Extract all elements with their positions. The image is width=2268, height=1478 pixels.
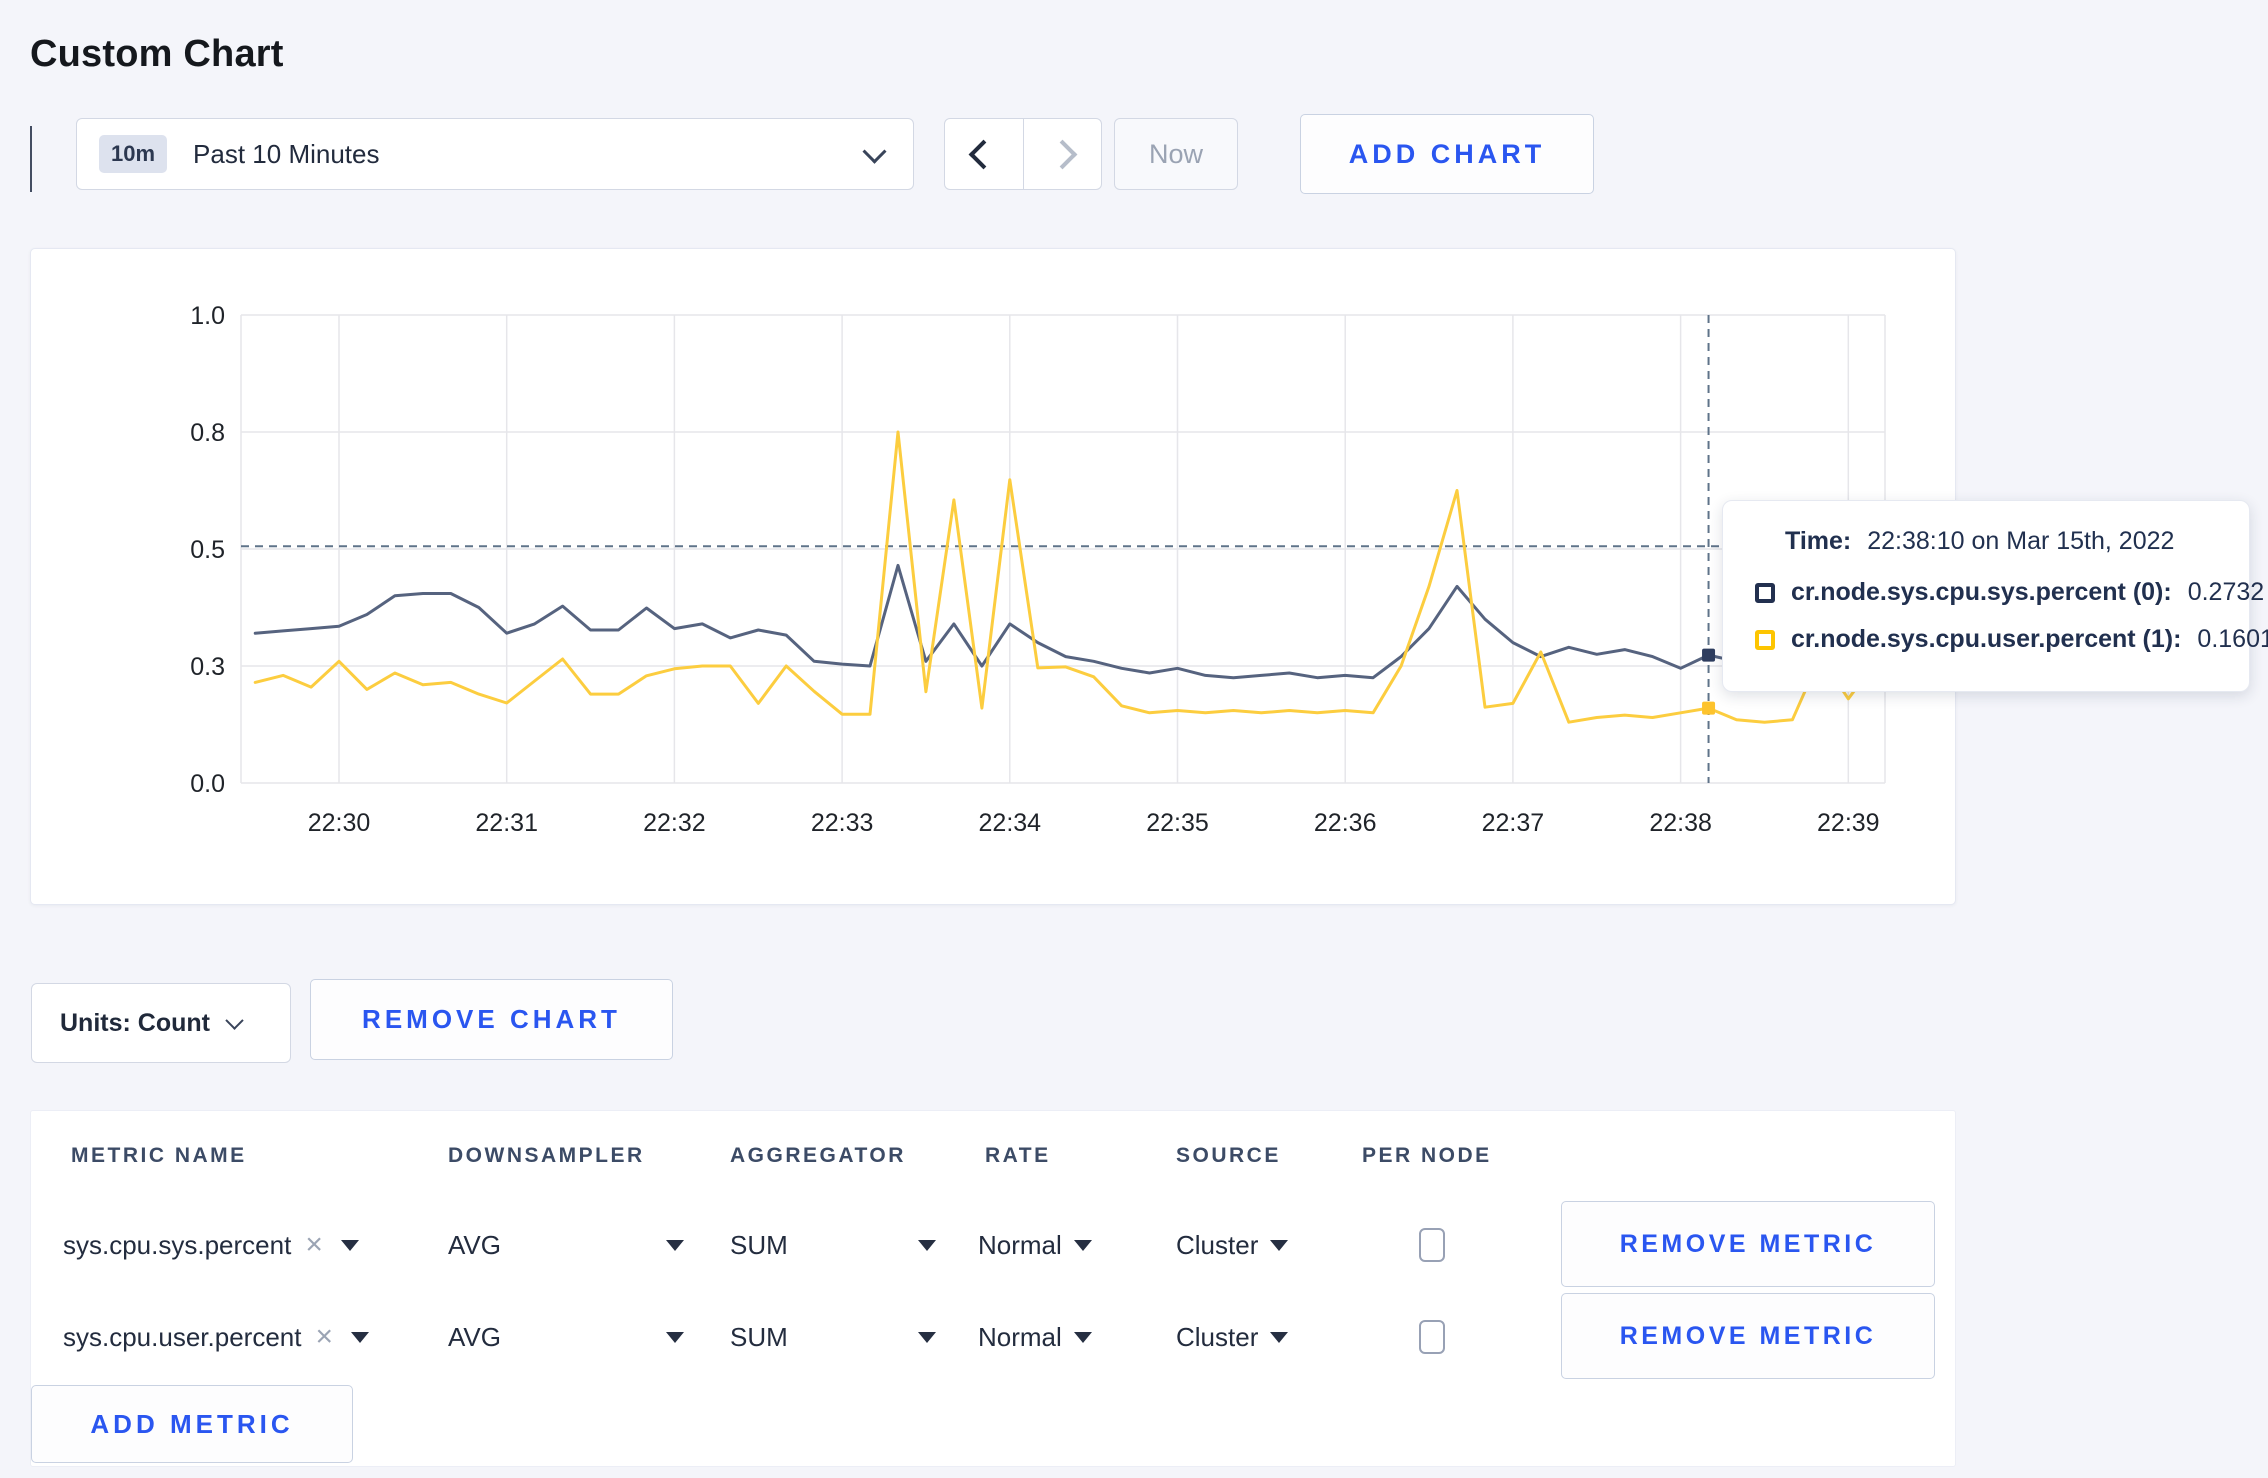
per-node-checkbox[interactable]	[1419, 1320, 1445, 1354]
tooltip-series-value: 0.2732	[2187, 578, 2265, 606]
hover-point-marker	[1702, 648, 1716, 662]
add-chart-button[interactable]: ADD CHART	[1300, 114, 1594, 194]
metric-name-label: sys.cpu.sys.percent	[63, 1229, 292, 1260]
metric-name-cell[interactable]: sys.cpu.sys.percent ×	[63, 1199, 359, 1291]
y-axis-tick-label: 0.8	[190, 419, 225, 447]
remove-metric-button[interactable]: REMOVE METRIC	[1561, 1201, 1935, 1287]
source-select[interactable]: Cluster	[1176, 1291, 1289, 1383]
aggregator-select[interactable]: SUM	[730, 1291, 936, 1383]
tooltip-series-name: cr.node.sys.cpu.sys.percent (0):	[1791, 578, 2172, 606]
chevron-right-icon	[1047, 139, 1078, 169]
x-axis-tick-label: 22:33	[811, 809, 874, 837]
sys-percent-legend-swatch-icon	[1755, 582, 1775, 603]
series-line-0	[253, 563, 1878, 680]
per-node-cell	[1419, 1199, 1445, 1291]
tooltip-series-name: cr.node.sys.cpu.user.percent (1):	[1791, 625, 2182, 653]
time-range-badge: 10m	[99, 135, 168, 173]
page-title: Custom Chart	[30, 33, 284, 76]
tooltip-series-value: 0.1601	[2197, 625, 2268, 653]
y-axis-tick-label: 1.0	[190, 302, 225, 330]
x-axis-tick-label: 22:36	[1314, 809, 1377, 837]
rate-value: Normal	[978, 1321, 1062, 1352]
caret-down-icon	[1073, 1331, 1092, 1343]
source-select[interactable]: Cluster	[1176, 1199, 1289, 1291]
rate-select[interactable]: Normal	[978, 1199, 1092, 1291]
prev-time-button[interactable]	[945, 119, 1024, 189]
column-header-per-node: PER NODE	[1362, 1144, 1492, 1167]
chart-tooltip: Time: 22:38:10 on Mar 15th, 2022 cr.node…	[1722, 500, 2268, 692]
x-axis-tick-label: 22:31	[475, 809, 538, 837]
tooltip-series-row: cr.node.sys.cpu.user.percent (1): 0.1601	[1755, 625, 2268, 654]
caret-down-icon	[666, 1331, 684, 1343]
series-line-1	[253, 430, 1878, 724]
x-axis-tick-label: 22:35	[1146, 809, 1209, 837]
y-axis-tick-label: 0.0	[190, 770, 225, 798]
units-select[interactable]: Units: Count	[31, 983, 291, 1063]
caret-down-icon	[1073, 1239, 1092, 1251]
column-header-source: SOURCE	[1176, 1144, 1281, 1167]
x-axis-tick-label: 22:38	[1649, 809, 1712, 837]
hover-point-marker	[1702, 701, 1716, 715]
chevron-down-icon	[225, 1010, 244, 1030]
caret-down-icon	[351, 1331, 369, 1343]
column-header-metric-name: METRIC NAME	[71, 1144, 247, 1167]
per-node-checkbox[interactable]	[1419, 1228, 1445, 1262]
tooltip-time-row: Time: 22:38:10 on Mar 15th, 2022	[1785, 527, 2219, 556]
downsampler-select[interactable]: AVG	[448, 1199, 684, 1291]
caret-down-icon	[918, 1239, 936, 1251]
y-axis-tick-label: 0.3	[190, 653, 225, 681]
x-axis-tick-label: 22:37	[1482, 809, 1545, 837]
tooltip-series-row: cr.node.sys.cpu.sys.percent (0): 0.2732	[1755, 578, 2264, 607]
source-value: Cluster	[1176, 1321, 1259, 1352]
now-button[interactable]: Now	[1114, 118, 1238, 190]
next-time-button[interactable]	[1024, 119, 1102, 189]
user-percent-legend-swatch-icon	[1755, 629, 1775, 650]
clear-metric-icon[interactable]: ×	[305, 1230, 323, 1260]
chevron-down-icon	[862, 139, 887, 164]
y-axis-tick-label: 0.5	[190, 536, 225, 564]
caret-down-icon	[1270, 1239, 1289, 1251]
tooltip-time-label: Time:	[1785, 527, 1852, 555]
source-value: Cluster	[1176, 1229, 1259, 1260]
tooltip-time-value: 22:38:10 on Mar 15th, 2022	[1867, 527, 2175, 555]
time-range-dropdown[interactable]: 10m Past 10 Minutes	[76, 118, 914, 190]
x-axis-tick-label: 22:32	[643, 809, 706, 837]
column-header-aggregator: AGGREGATOR	[730, 1144, 906, 1167]
metric-name-cell[interactable]: sys.cpu.user.percent ×	[63, 1291, 369, 1383]
aggregator-value: SUM	[730, 1229, 788, 1260]
rate-select[interactable]: Normal	[978, 1291, 1092, 1383]
clear-metric-icon[interactable]: ×	[315, 1322, 333, 1352]
metric-name-label: sys.cpu.user.percent	[63, 1321, 302, 1352]
rate-value: Normal	[978, 1229, 1062, 1260]
remove-chart-button[interactable]: REMOVE CHART	[310, 979, 673, 1060]
column-header-rate: RATE	[985, 1144, 1051, 1167]
time-range-label: Past 10 Minutes	[193, 138, 380, 169]
add-metric-button[interactable]: ADD METRIC	[31, 1385, 353, 1463]
downsampler-select[interactable]: AVG	[448, 1291, 684, 1383]
units-select-label: Units: Count	[60, 1008, 210, 1037]
aggregator-value: SUM	[730, 1321, 788, 1352]
chart-card: 0.0 0.3 0.5 0.8 1.0 22:30 22:31 22:32 22:33 22:34…	[30, 248, 1956, 905]
cpu-usage-chart[interactable]: 0.0 0.3 0.5 0.8 1.0 22:30 22:31 22:32 22:33 22:34…	[31, 249, 1957, 906]
caret-down-icon	[340, 1239, 359, 1251]
caret-down-icon	[666, 1239, 684, 1251]
caret-down-icon	[1270, 1331, 1289, 1343]
caret-down-icon	[918, 1331, 936, 1343]
remove-metric-button[interactable]: REMOVE METRIC	[1561, 1293, 1935, 1379]
per-node-cell	[1419, 1291, 1445, 1383]
x-axis-tick-label: 22:34	[979, 809, 1042, 837]
column-header-downsampler: DOWNSAMPLER	[448, 1144, 645, 1167]
aggregator-select[interactable]: SUM	[730, 1199, 936, 1291]
chevron-left-icon	[968, 139, 999, 169]
downsampler-value: AVG	[448, 1321, 501, 1352]
x-axis-tick-label: 22:39	[1817, 809, 1880, 837]
downsampler-value: AVG	[448, 1229, 501, 1260]
time-pager	[944, 118, 1102, 190]
x-axis-tick-label: 22:30	[308, 809, 371, 837]
toolbar-divider	[30, 126, 32, 192]
